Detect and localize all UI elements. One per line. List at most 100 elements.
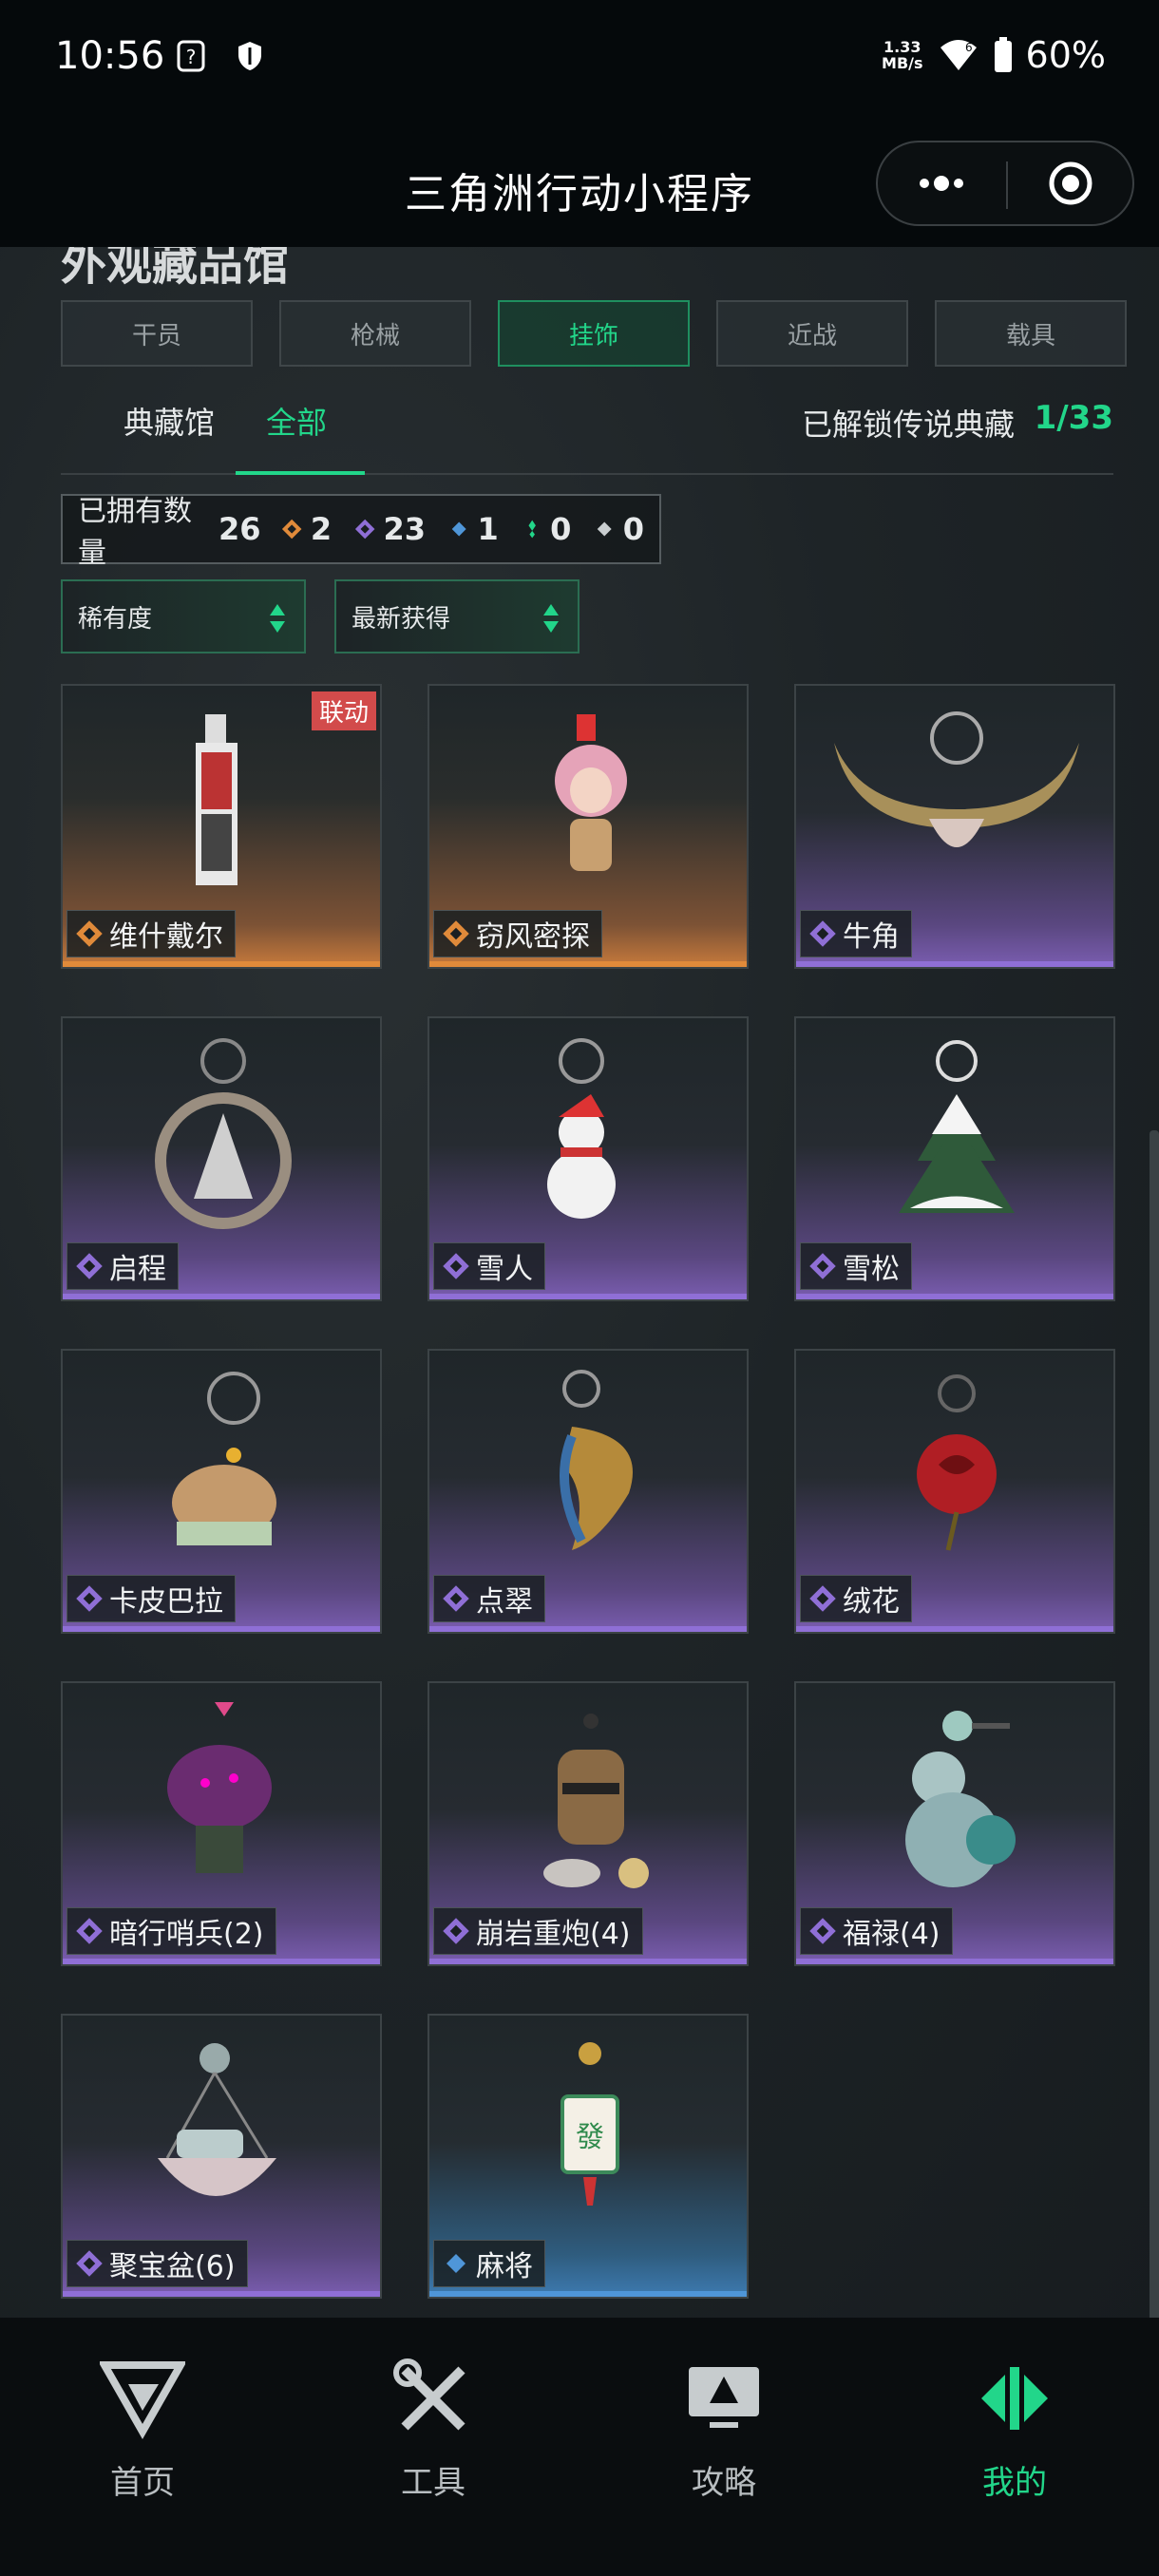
nav-tools[interactable]: 工具 [338,2356,528,2527]
status-time: 10:56 [55,34,165,78]
gold-rarity-icon [443,920,469,947]
sort-filter-select[interactable]: 最新获得 [334,579,580,653]
tab-operators[interactable]: 干员 [61,300,253,367]
nav-profile[interactable]: 我的 [920,2356,1110,2527]
owned-purple-count: 23 [383,511,427,547]
charm-name: 启程 [109,1253,166,1286]
purple-rarity-icon [443,1253,469,1279]
tools-icon [393,2358,466,2431]
charm-name-tag: 聚宝盆(6) [66,2240,248,2287]
target-close-icon [1049,161,1092,205]
charm-name: 聚宝盆(6) [109,2250,236,2283]
collab-badge: 联动 [311,691,376,730]
tab-vehicles[interactable]: 载具 [935,300,1127,367]
charm-card[interactable]: 發 麻将 [428,2014,749,2299]
charm-card[interactable]: 雪松 [794,1016,1115,1301]
legend-unlocked-count: 1/33 [1034,399,1113,437]
purple-rarity-icon [355,519,375,540]
purple-rarity-icon [443,1918,469,1944]
bull-horn-charm-icon [834,711,1079,847]
profile-logo-icon [981,2367,1048,2430]
purple-rarity-icon [76,1585,103,1612]
charm-name-tag: 绒花 [800,1575,912,1622]
purple-rarity-icon [76,1918,103,1944]
charm-name: 暗行哨兵(2) [109,1918,264,1951]
shield-icon [238,42,261,70]
purple-rarity-icon [76,2250,103,2277]
owned-summary: 已拥有数量 26 2 23 1 0 0 [61,494,661,570]
girl-figure-charm-icon [555,714,627,871]
tab-melee[interactable]: 近战 [716,300,908,367]
charm-name-tag: 维什戴尔 [66,910,236,957]
active-subtab-indicator [236,471,365,475]
charm-card[interactable]: 绒花 [794,1349,1115,1634]
owned-label: 已拥有数量 [78,495,192,570]
sort-updown-icon [543,604,559,633]
rarity-filter-select[interactable]: 稀有度 [61,579,306,653]
charm-name-tag: 启程 [66,1242,179,1290]
charm-name: 崩岩重炮(4) [476,1918,631,1951]
charm-name: 雪人 [476,1253,533,1286]
charm-name: 牛角 [843,920,900,954]
anniversary-medal-charm-icon [155,1038,292,1229]
battery-icon [994,37,1012,72]
charm-card[interactable]: 联动 维什戴尔 [61,684,382,969]
help-notification-icon: ? [177,40,205,72]
white-rarity-icon [598,521,613,537]
charm-name-tag: 点翠 [433,1575,545,1622]
tab-charms[interactable]: 挂饰 [498,300,690,367]
subtab-all[interactable]: 全部 [266,399,327,443]
sub-tabs: 典藏馆 全部 已解锁传说典藏 1/33 [61,380,1113,475]
charm-name: 点翠 [476,1585,533,1619]
miniprogram-capsule [876,141,1134,226]
svg-text:6: 6 [965,41,973,54]
purple-rarity-icon [809,1253,836,1279]
charm-name: 窃风密探 [476,920,590,954]
sort-filter-label: 最新获得 [352,604,451,634]
tab-guns[interactable]: 枪械 [279,300,471,367]
charm-name-tag: 雪松 [800,1242,912,1290]
charm-card[interactable]: 启程 [61,1016,382,1301]
red-rose-charm-icon [917,1374,997,1551]
gold-rarity-icon [76,920,103,947]
owned-white-count: 0 [622,511,645,547]
purple-rarity-icon [76,1253,103,1279]
purple-rarity-icon [443,1585,469,1612]
charm-card[interactable]: 崩岩重炮(4) [428,1681,749,1966]
collection-content[interactable]: 外观藏品馆 干员 枪械 挂饰 近战 载具 典藏馆 全部 已解锁传说典藏 1/33… [0,247,1159,2318]
nav-guide[interactable]: 攻略 [629,2356,819,2527]
close-miniprogram-button[interactable] [1007,142,1134,224]
svg-text:發: 發 [576,2121,604,2154]
charm-name-tag: 牛角 [800,910,912,957]
charm-card[interactable]: 暗行哨兵(2) [61,1681,382,1966]
snake-soldier-charm-icon [167,1702,272,1873]
charm-card[interactable]: 雪人 [428,1016,749,1301]
category-tabs: 干员 枪械 挂饰 近战 载具 [61,300,1127,367]
charm-name-tag: 窃风密探 [433,910,602,957]
more-button[interactable] [878,142,1005,224]
purple-rarity-icon [809,1585,836,1612]
filter-bar: 稀有度 最新获得 [61,579,580,653]
charm-card[interactable]: 窃风密探 [428,684,749,969]
charm-name-tag: 雪人 [433,1242,545,1290]
charm-name: 绒花 [843,1585,900,1619]
more-dots-icon [920,176,963,191]
green-rarity-icon [528,520,536,539]
charm-name-tag: 麻将 [433,2240,545,2287]
delta-home-icon [98,2361,187,2440]
snowman-charm-icon [547,1038,616,1219]
subtab-collection[interactable]: 典藏馆 [124,399,215,443]
charm-card[interactable]: 牛角 [794,684,1115,969]
guide-monitor-icon [689,2367,759,2428]
charm-name-tag: 暗行哨兵(2) [66,1907,276,1955]
scrollbar[interactable] [1150,1130,1159,2318]
charm-name-tag: 卡皮巴拉 [66,1575,236,1622]
charm-name: 雪松 [843,1253,900,1286]
charm-card[interactable]: 点翠 [428,1349,749,1634]
charm-card[interactable]: 卡皮巴拉 [61,1349,382,1634]
charm-card[interactable]: 福禄(4) [794,1681,1115,1966]
svg-text:?: ? [186,46,197,68]
nav-home[interactable]: 首页 [48,2356,238,2527]
charm-card[interactable]: 聚宝盆(6) [61,2014,382,2299]
charm-name: 福禄(4) [843,1918,940,1951]
